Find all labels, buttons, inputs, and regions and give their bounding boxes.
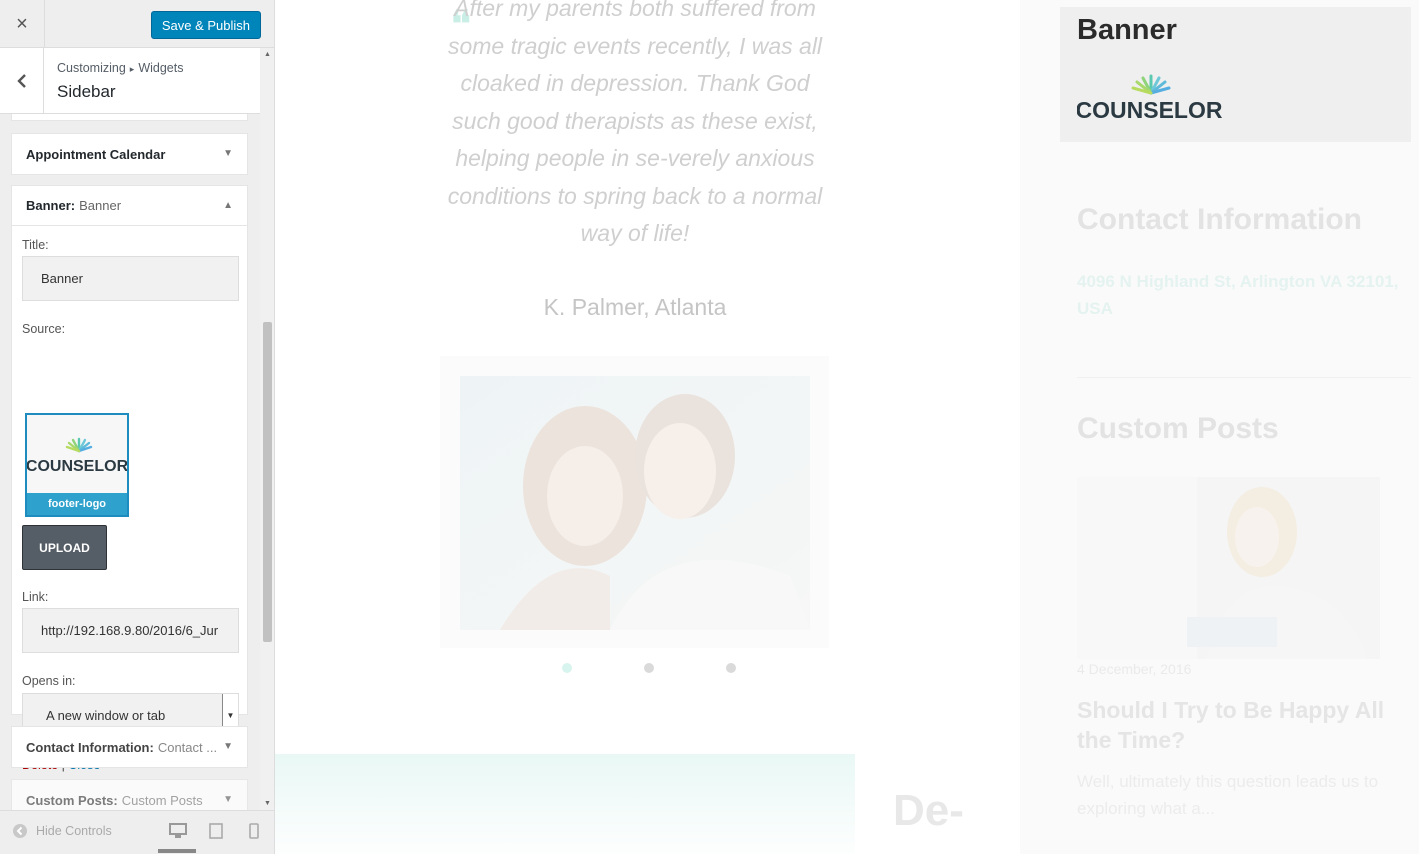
link-label: Link: bbox=[22, 590, 49, 604]
image-thumbnail[interactable]: COUNSELOR footer-logo bbox=[25, 413, 129, 517]
cta-band-text: De- bbox=[893, 786, 964, 835]
title-input[interactable]: Banner bbox=[22, 256, 239, 301]
slider-dot-active[interactable] bbox=[562, 663, 572, 673]
widget-custom-posts[interactable]: Custom Posts: Custom Posts ▼ bbox=[11, 779, 248, 810]
widget-title: Contact Information: Contact ... ▼ bbox=[12, 727, 247, 767]
customizer-footer: Hide Controls bbox=[0, 810, 274, 854]
expand-arrow-icon[interactable]: ▼ bbox=[223, 741, 233, 752]
hide-controls-label: Hide Controls bbox=[36, 824, 112, 838]
section-title: Sidebar bbox=[57, 82, 116, 101]
couple-photo bbox=[460, 376, 810, 630]
widget-title: Appointment Calendar ▼ bbox=[12, 134, 247, 174]
back-button[interactable] bbox=[0, 48, 44, 114]
image-caption: footer-logo bbox=[27, 493, 127, 515]
custom-posts-title: Custom Posts bbox=[1077, 412, 1279, 445]
widget-label: Banner: bbox=[26, 198, 76, 213]
widget-partial-top bbox=[11, 114, 248, 121]
widget-title[interactable]: Banner: Banner ▲ bbox=[12, 186, 247, 226]
contact-address[interactable]: 4096 N Highland St, Arlington VA 32101, … bbox=[1077, 268, 1417, 322]
customizer-header: × Save & Publish bbox=[0, 0, 274, 48]
close-icon: × bbox=[16, 12, 28, 35]
site-preview: ❝ After my parents both suffered from so… bbox=[275, 0, 1419, 854]
tablet-icon[interactable] bbox=[209, 823, 223, 839]
widgets-list: Appointment Calendar ▼ Banner: Banner ▲ … bbox=[0, 114, 260, 810]
widget-contact-information[interactable]: Contact Information: Contact ... ▼ bbox=[11, 726, 248, 768]
post-title[interactable]: Should I Try to Be Happy All the Time? bbox=[1077, 695, 1407, 755]
panel-scrollbar[interactable]: ▲ ▼ bbox=[260, 48, 274, 810]
widget-title: Custom Posts: Custom Posts ▼ bbox=[12, 780, 247, 810]
breadcrumb-separator: ▸ bbox=[129, 64, 135, 74]
testimonial-author: K. Palmer, Atlanta bbox=[543, 294, 727, 320]
source-label: Source: bbox=[22, 322, 66, 336]
breadcrumb-child: Widgets bbox=[138, 61, 184, 75]
customizer-panel: × Save & Publish Customizing ▸ Widgets Sid… bbox=[0, 0, 275, 854]
collapse-circle-icon bbox=[13, 824, 27, 838]
expand-arrow-icon[interactable]: ▼ bbox=[223, 794, 233, 805]
breadcrumb: Customizing ▸ Widgets bbox=[57, 61, 183, 75]
banner-widget-preview: Banner COUNSELOR bbox=[1060, 7, 1411, 142]
contact-title: Contact Information bbox=[1077, 203, 1362, 236]
opens-in-label: Opens in: bbox=[22, 674, 76, 688]
widget-banner: Banner: Banner ▲ Title: Banner Source: C… bbox=[11, 185, 248, 772]
scroll-down-icon[interactable]: ▼ bbox=[264, 800, 271, 807]
mobile-icon[interactable] bbox=[249, 823, 259, 839]
select-value: A new window or tab bbox=[46, 708, 166, 723]
widget-sublabel: Banner bbox=[79, 198, 122, 213]
slider-dot[interactable] bbox=[726, 663, 736, 673]
hide-controls-button[interactable]: Hide Controls bbox=[12, 823, 112, 839]
active-device-indicator bbox=[158, 849, 196, 853]
chevron-left-icon bbox=[16, 74, 26, 88]
widget-label: Contact Information: bbox=[26, 739, 154, 755]
logo-text: COUNSELOR bbox=[1077, 97, 1223, 123]
widget-sublabel: Contact ... bbox=[157, 739, 218, 755]
counselor-logo: COUNSELOR bbox=[1077, 74, 1223, 123]
breadcrumb-parent: Customizing bbox=[57, 61, 126, 75]
widget-label: Custom Posts: bbox=[26, 792, 118, 808]
counselor-logo: COUNSELOR bbox=[27, 437, 127, 475]
collapse-arrow-icon[interactable]: ▲ bbox=[223, 200, 233, 211]
upload-button[interactable]: UPLOAD bbox=[22, 525, 107, 570]
banner-title: Banner bbox=[1077, 14, 1177, 46]
expand-arrow-icon[interactable]: ▼ bbox=[223, 148, 233, 159]
widget-appointment-calendar[interactable]: Appointment Calendar ▼ bbox=[11, 133, 248, 175]
divider bbox=[1077, 377, 1411, 378]
desktop-icon[interactable] bbox=[169, 823, 187, 839]
save-publish-button[interactable]: Save & Publish bbox=[150, 11, 261, 39]
logo-text: COUNSELOR bbox=[27, 458, 127, 475]
scroll-up-icon[interactable]: ▲ bbox=[264, 51, 271, 58]
testimonial-quote: After my parents both suffered from some… bbox=[447, 0, 823, 246]
scrollbar-thumb[interactable] bbox=[263, 322, 272, 642]
widget-sublabel: Custom Posts bbox=[121, 792, 203, 808]
slider-dot[interactable] bbox=[644, 663, 654, 673]
widget-label: Appointment Calendar bbox=[26, 146, 166, 162]
post-excerpt: Well, ultimately this question leads us … bbox=[1077, 772, 1379, 818]
title-label: Title: bbox=[22, 238, 49, 252]
post-image[interactable] bbox=[1077, 477, 1380, 659]
section-header: Customizing ▸ Widgets Sidebar bbox=[0, 48, 260, 114]
post-date: 4 December, 2016 bbox=[1077, 661, 1192, 677]
cta-band bbox=[275, 754, 855, 854]
close-customizer-button[interactable]: × bbox=[0, 0, 45, 48]
link-input[interactable]: http://192.168.9.80/2016/6_Jur bbox=[22, 608, 239, 653]
